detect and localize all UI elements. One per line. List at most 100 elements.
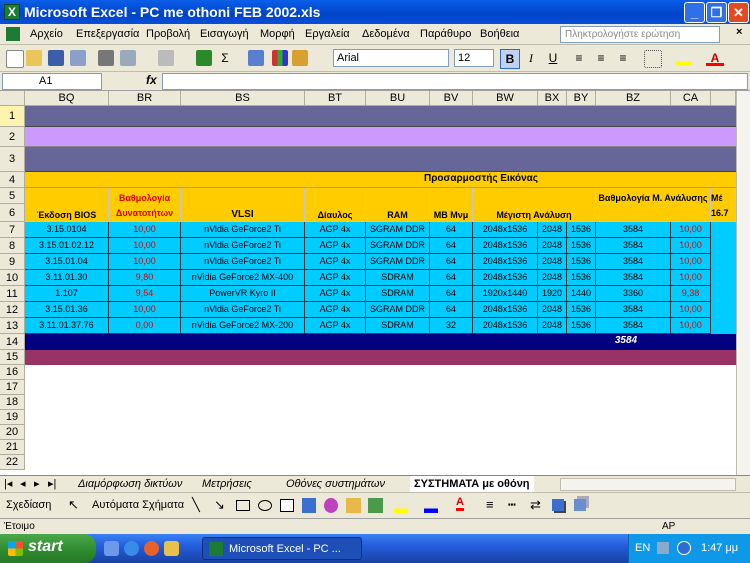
column-header[interactable] (711, 91, 736, 106)
capability-score-cell[interactable]: 9,80 (109, 270, 181, 286)
column-header[interactable]: BQ (25, 91, 109, 106)
memory-cell[interactable]: 64 (430, 238, 473, 254)
max-resolution-cell[interactable]: 1920x1440 (473, 286, 538, 302)
row-header[interactable]: 1 (0, 106, 25, 127)
row-header[interactable]: 14 (0, 334, 25, 350)
row-header[interactable]: 16 (0, 365, 25, 380)
menu-format[interactable]: Μορφή (260, 28, 295, 40)
menu-view[interactable]: Προβολή (146, 28, 190, 40)
max-resolution-cell[interactable]: 2048x1536 (473, 254, 538, 270)
menu-tools[interactable]: Εργαλεία (305, 28, 350, 40)
row-header[interactable]: 5 (0, 188, 25, 204)
textbox-icon[interactable] (280, 499, 294, 512)
close-button[interactable]: ✕ (728, 2, 749, 23)
tab-network-config[interactable]: Διαμόρφωση δικτύων (78, 476, 182, 492)
row-header[interactable]: 15 (0, 350, 25, 365)
resolution-value-cell[interactable]: 3584 (596, 302, 671, 318)
bios-cell[interactable]: 3.15.0104 (25, 222, 109, 238)
resolution-value-cell[interactable]: 3584 (596, 270, 671, 286)
res-y-cell[interactable]: 1536 (567, 302, 596, 318)
ram-cell[interactable]: SGRAM DDR (366, 238, 430, 254)
font-color-draw-icon[interactable]: A (456, 496, 464, 511)
print-preview-icon[interactable] (120, 50, 136, 66)
font-size-select[interactable]: 12 (454, 49, 494, 67)
bios-cell[interactable]: 1.107 (25, 286, 109, 302)
draw-menu-button[interactable]: Σχεδίαση (6, 499, 51, 511)
row-header[interactable]: 19 (0, 410, 25, 425)
ram-cell[interactable]: SGRAM DDR (366, 222, 430, 238)
drawing-icon[interactable] (292, 50, 308, 66)
ram-cell[interactable]: SGRAM DDR (366, 254, 430, 270)
bus-cell[interactable]: AGP 4x (305, 222, 366, 238)
memory-cell[interactable]: 64 (430, 302, 473, 318)
res-y-cell[interactable]: 1536 (567, 254, 596, 270)
bios-cell[interactable]: 3.15.01.04 (25, 254, 109, 270)
bus-cell[interactable]: AGP 4x (305, 238, 366, 254)
bus-cell[interactable]: AGP 4x (305, 270, 366, 286)
bios-cell[interactable]: 3.15.01.36 (25, 302, 109, 318)
new-icon[interactable] (6, 50, 24, 68)
row-header[interactable]: 18 (0, 395, 25, 410)
ram-cell[interactable]: SDRAM (366, 286, 430, 302)
diagram-icon[interactable] (324, 498, 338, 513)
3d-style-icon[interactable] (574, 499, 586, 511)
row-header[interactable]: 2 (0, 127, 25, 147)
oval-icon[interactable] (258, 500, 272, 511)
autoshapes-button[interactable]: Αυτόματα Σχήματα (92, 499, 184, 511)
resolution-score-cell[interactable]: 9,38 (671, 286, 711, 302)
ram-cell[interactable]: SGRAM DDR (366, 302, 430, 318)
arrow-icon[interactable]: ↘ (214, 497, 225, 513)
formula-input[interactable] (162, 73, 748, 90)
language-indicator[interactable]: EN (635, 542, 650, 554)
vlsi-cell[interactable]: nVidia GeForce2 Ti (181, 254, 305, 270)
picture-icon[interactable] (368, 498, 383, 513)
select-objects-icon[interactable]: ↖ (68, 497, 79, 513)
res-y-cell[interactable]: 1536 (567, 238, 596, 254)
menu-window[interactable]: Παράθυρο (420, 28, 471, 40)
spreadsheet-grid[interactable]: BQ BR BS BT BU BV BW BX BY BZ CA 1 2 3 4… (0, 91, 736, 475)
vlsi-cell[interactable]: nVidia GeForce2 Ti (181, 302, 305, 318)
maximize-button[interactable]: ❐ (706, 2, 727, 23)
res-x-cell[interactable]: 2048 (538, 222, 567, 238)
chart-wizard-icon[interactable] (272, 50, 288, 66)
vlsi-cell[interactable]: nVidia GeForce2 Ti (181, 222, 305, 238)
memory-cell[interactable]: 64 (430, 254, 473, 270)
first-sheet-icon[interactable]: |◂ (4, 476, 12, 492)
capability-score-cell[interactable]: 10,00 (109, 238, 181, 254)
vertical-scrollbar[interactable] (736, 91, 750, 475)
capability-score-cell[interactable]: 0,00 (109, 318, 181, 334)
capability-score-cell[interactable]: 10,00 (109, 254, 181, 270)
resolution-value-cell[interactable]: 3584 (596, 238, 671, 254)
res-y-cell[interactable]: 1536 (567, 318, 596, 334)
quicklaunch-icon[interactable] (164, 541, 179, 556)
underline-button[interactable]: U (544, 49, 562, 67)
fill-color-icon[interactable] (676, 50, 692, 66)
resolution-value-cell[interactable]: 3584 (596, 254, 671, 270)
insert-function-icon[interactable]: fx (146, 73, 157, 87)
memory-cell[interactable]: 64 (430, 222, 473, 238)
column-header[interactable]: BY (567, 91, 596, 106)
resolution-score-cell[interactable]: 10,00 (671, 270, 711, 286)
prev-sheet-icon[interactable]: ◂ (20, 476, 26, 492)
row-header[interactable]: 12 (0, 302, 25, 318)
column-header[interactable]: BU (366, 91, 430, 106)
help-question-input[interactable]: Πληκτρολογήστε ερώτηση (560, 26, 720, 43)
resolution-score-cell[interactable]: 10,00 (671, 238, 711, 254)
align-right-icon[interactable]: ≡ (614, 49, 632, 67)
bios-cell[interactable]: 3.11.01.37.76 (25, 318, 109, 334)
res-y-cell[interactable]: 1536 (567, 222, 596, 238)
res-x-cell[interactable]: 1920 (538, 286, 567, 302)
res-x-cell[interactable]: 2048 (538, 270, 567, 286)
taskbar-excel-item[interactable]: Microsoft Excel - PC ... (202, 537, 362, 560)
res-x-cell[interactable]: 2048 (538, 302, 567, 318)
bold-button[interactable]: B (500, 49, 520, 69)
resolution-score-cell[interactable]: 10,00 (671, 254, 711, 270)
row-header[interactable]: 20 (0, 425, 25, 440)
next-sheet-icon[interactable]: ▸ (34, 476, 40, 492)
close-workbook-icon[interactable]: × (736, 26, 742, 38)
shadow-style-icon[interactable] (552, 499, 564, 511)
sort-icon[interactable] (248, 50, 264, 66)
res-x-cell[interactable]: 2048 (538, 254, 567, 270)
start-button[interactable]: start (0, 534, 96, 563)
row-header[interactable]: 9 (0, 254, 25, 270)
